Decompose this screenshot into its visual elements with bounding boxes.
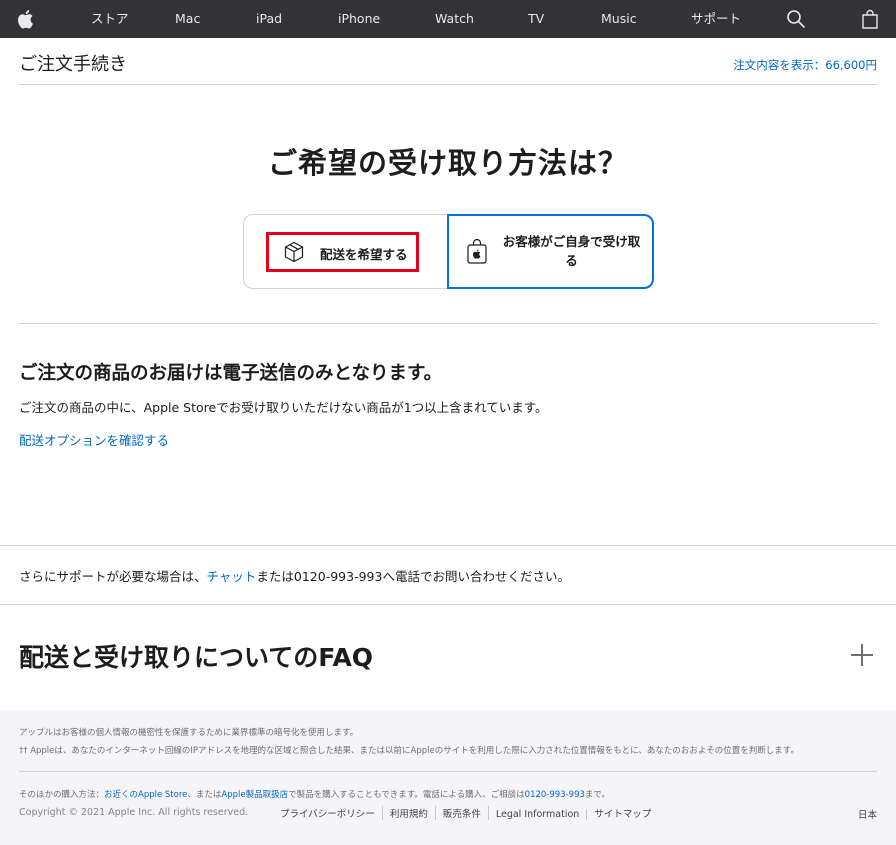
nav-item-tv[interactable]: TV	[528, 0, 544, 38]
buy-mid: 、または	[187, 790, 222, 800]
region-link[interactable]: 日本	[858, 807, 877, 821]
nav-item-mac[interactable]: Mac	[175, 0, 200, 38]
pickup-option-button[interactable]: お客様がご自身で受け取る	[447, 214, 654, 289]
phone-link[interactable]: 0120-993-993	[525, 790, 585, 800]
plus-icon[interactable]	[850, 643, 874, 667]
section-divider	[19, 323, 877, 324]
apple-store-link[interactable]: お近くのApple Store	[104, 790, 187, 800]
sales-policy-link[interactable]: 販売条件	[436, 806, 489, 820]
bag-icon[interactable]	[860, 9, 880, 29]
search-icon[interactable]	[786, 9, 806, 29]
store-bag-icon	[467, 238, 487, 264]
buy-end: まで。	[584, 790, 611, 800]
apple-logo-icon[interactable]	[17, 9, 34, 29]
privacy-policy-link[interactable]: プライバシーポリシー	[273, 806, 383, 820]
nav-item-music[interactable]: Music	[601, 0, 637, 38]
notice-body: ご注文の商品の中に、Apple Storeでお受け取りいただけない商品が1つ以上…	[19, 400, 548, 415]
global-nav: ストア Mac iPad iPhone Watch TV Music サポート	[0, 0, 896, 38]
footer-divider	[19, 771, 877, 772]
shipping-options-link[interactable]: 配送オプションを確認する	[19, 430, 169, 449]
terms-link[interactable]: 利用規約	[383, 806, 436, 820]
nav-item-iphone[interactable]: iPhone	[338, 0, 380, 38]
location-note: †† Appleは、あなたのインターネット回線のIPアドレスを地理的な区域と照合…	[19, 746, 799, 756]
fulfillment-options: 配送を希望する お客様がご自身で受け取る	[243, 214, 654, 289]
privacy-note: アップルはお客様の個人情報の機密性を保護するために業界標準の暗号化を使用します。	[19, 728, 359, 738]
nav-item-store[interactable]: ストア	[91, 0, 129, 38]
buy-options-text: そのほかの購入方法：お近くのApple Store、またはApple製品取扱店で…	[19, 788, 610, 800]
nav-item-watch[interactable]: Watch	[435, 0, 474, 38]
nav-item-ipad[interactable]: iPad	[256, 0, 282, 38]
section-divider	[0, 545, 896, 546]
pickup-option-label: お客様がご自身で受け取る	[502, 234, 641, 268]
nav-item-support[interactable]: サポート	[691, 0, 741, 38]
footer: アップルはお客様の個人情報の機密性を保護するために業界標準の暗号化を使用します。…	[0, 710, 896, 845]
fulfillment-heading: ご希望の受け取り方法は？	[267, 146, 628, 180]
faq-title[interactable]: 配送と受け取りについてのFAQ	[19, 638, 373, 674]
footer-links: プライバシーポリシー 利用規約 販売条件 Legal Information サイトマッ…	[273, 806, 658, 820]
chat-link[interactable]: チャット	[207, 569, 257, 584]
section-divider	[0, 604, 896, 605]
support-suffix: または0120-993-993へ電話でお問い合わせください。	[256, 569, 570, 584]
annotation-highlight-box	[266, 232, 419, 272]
copyright: Copyright © 2021 Apple Inc. All rights r…	[19, 807, 249, 818]
checkout-header: ご注文手続き 注文内容を表示：66,600円	[19, 38, 877, 85]
notice-heading: ご注文の商品のお届けは電子送信のみとなります。	[19, 363, 443, 384]
buy-prefix: そのほかの購入方法：	[19, 790, 105, 800]
reseller-link[interactable]: Apple製品取扱店	[221, 790, 288, 800]
support-text: さらにサポートが必要な場合は、チャットまたは0120-993-993へ電話でお問…	[19, 566, 570, 585]
page-title: ご注文手続き	[19, 54, 127, 75]
sitemap-link[interactable]: サイトマップ	[587, 806, 658, 820]
buy-mid2: で製品を購入することもできます。電話による購入、ご相談は	[288, 790, 525, 800]
legal-link[interactable]: Legal Information	[489, 809, 588, 820]
support-prefix: さらにサポートが必要な場合は、	[19, 569, 207, 584]
order-summary-link[interactable]: 注文内容を表示：66,600円	[733, 57, 877, 73]
ship-option-button[interactable]: 配送を希望する	[243, 214, 449, 289]
